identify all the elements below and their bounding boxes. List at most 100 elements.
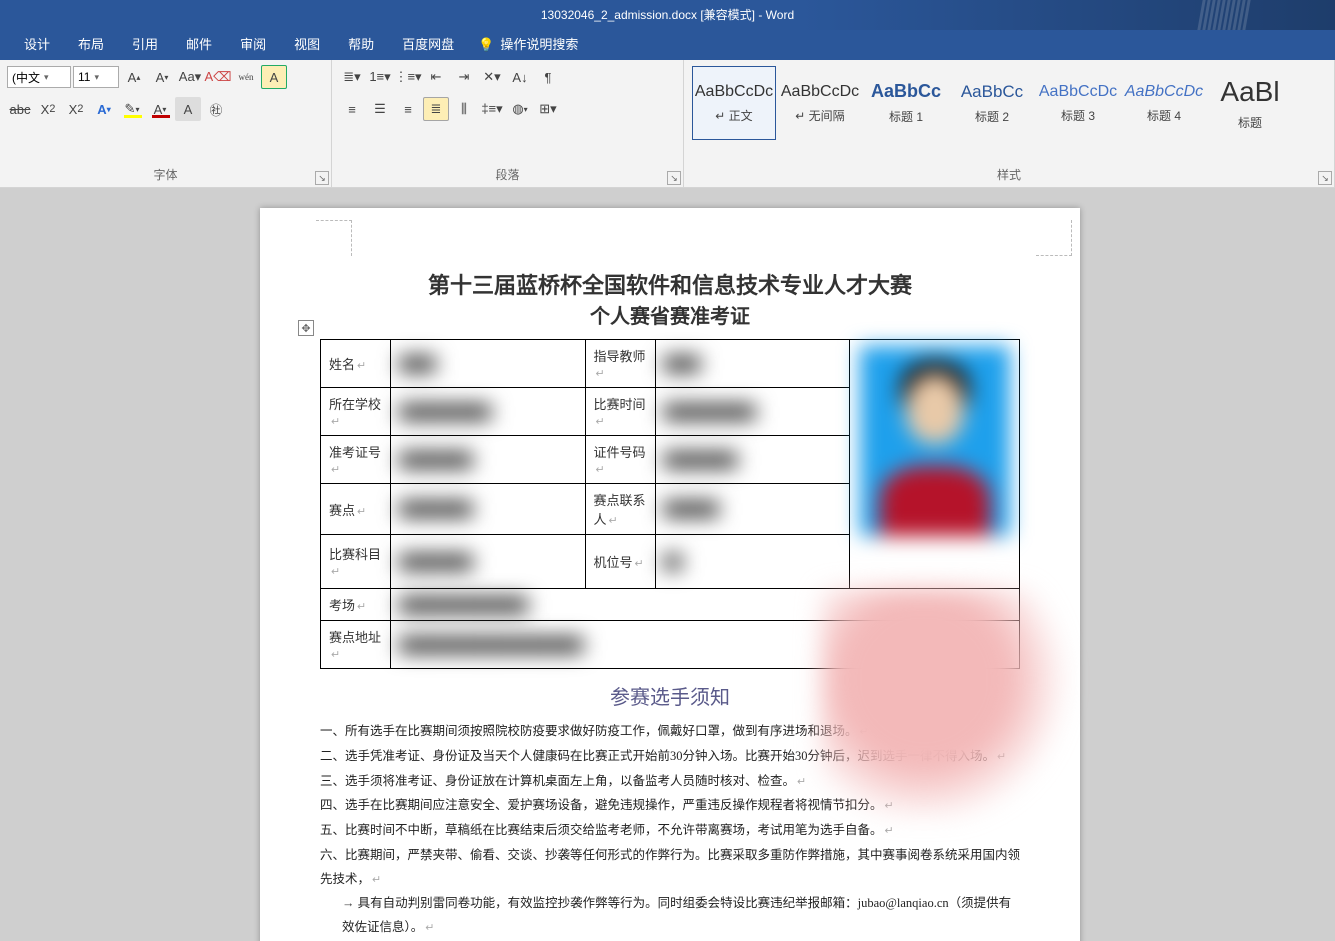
document-area[interactable]: ✥ 第十三届蓝桥杯全国软件和信息技术专业人才大赛 个人赛省赛准考证 姓名↵ ██… (0, 188, 1335, 941)
value-school[interactable]: ██████████ (391, 388, 586, 436)
font-color-button[interactable]: A▾ (147, 97, 173, 121)
multilevel-list-button[interactable]: ⋮≡▾ (395, 65, 421, 89)
value-time[interactable]: ██████████ (655, 388, 850, 436)
value-room[interactable]: ██████████████ (391, 589, 1020, 621)
paragraph-dialog-launcher[interactable]: ↘ (667, 171, 681, 185)
value-teacher[interactable]: ████ (655, 340, 850, 388)
borders-button[interactable]: ⊞▾ (535, 97, 561, 121)
tab-review[interactable]: 审阅 (226, 30, 280, 60)
tab-view[interactable]: 视图 (280, 30, 334, 60)
asian-layout-button[interactable]: ✕▾ (479, 65, 505, 89)
line-spacing-button[interactable]: ‡≡▾ (479, 97, 505, 121)
value-subject[interactable]: ████████ (391, 535, 586, 589)
form-table: 姓名↵ ████ 指导教师↵ ████ 所在学校↵ ██████████ 比赛时… (320, 339, 1020, 669)
value-name[interactable]: ████ (391, 340, 586, 388)
numbering-button[interactable]: 1≡▾ (367, 65, 393, 89)
style-heading4[interactable]: AaBbCcDc标题 4 (1122, 66, 1206, 140)
shrink-font-button[interactable]: A▾ (149, 65, 175, 89)
show-hide-marks-button[interactable]: ¶ (535, 65, 561, 89)
superscript-button[interactable]: X2 (63, 97, 89, 121)
photo-cell (850, 340, 1020, 589)
text-effects-button[interactable]: A▾ (91, 97, 117, 121)
change-case-button[interactable]: Aa▾ (177, 65, 203, 89)
margin-corner-icon (1036, 220, 1072, 256)
style-title[interactable]: AaBl标题 (1208, 66, 1292, 140)
value-site[interactable]: ████████ (391, 484, 586, 535)
sort-button[interactable]: A↓ (507, 65, 533, 89)
tab-mailings[interactable]: 邮件 (172, 30, 226, 60)
label-time: 比赛时间↵ (585, 388, 655, 436)
label-room: 考场↵ (321, 589, 391, 621)
label-contact: 赛点联系人↵ (585, 484, 655, 535)
notice-item: 一、所有选手在比赛期间须按照院校防疫要求做好防疫工作，佩戴好口罩，做到有序进场和… (320, 720, 1020, 744)
margin-corner-icon (316, 220, 352, 256)
style-heading3[interactable]: AaBbCcDc标题 3 (1036, 66, 1120, 140)
strikethrough-button[interactable]: abc (7, 97, 33, 121)
group-paragraph: ≣▾ 1≡▾ ⋮≡▾ ⇤ ⇥ ✕▾ A↓ ¶ ≡ ☰ ≡ ≣ ⫼ ‡≡▾ ◍▾ (332, 60, 684, 187)
font-size-select[interactable]: 11▾ (73, 66, 119, 88)
label-subject: 比赛科目↵ (321, 535, 391, 589)
document-page[interactable]: ✥ 第十三届蓝桥杯全国软件和信息技术专业人才大赛 个人赛省赛准考证 姓名↵ ██… (260, 208, 1080, 941)
group-styles-label: 样式 (690, 164, 1328, 185)
tell-me-search[interactable]: 操作说明搜索 (500, 30, 592, 60)
justify-button[interactable]: ≣ (423, 97, 449, 121)
font-dialog-launcher[interactable]: ↘ (315, 171, 329, 185)
shading-button[interactable]: ◍▾ (507, 97, 533, 121)
tab-baidu-netdisk[interactable]: 百度网盘 (388, 30, 468, 60)
subscript-button[interactable]: X2 (35, 97, 61, 121)
value-seat[interactable]: ██ (655, 535, 850, 589)
value-ticket[interactable]: ████████ (391, 436, 586, 484)
value-idno[interactable]: ████████ (655, 436, 850, 484)
title-decoration (1125, 0, 1325, 30)
styles-dialog-launcher[interactable]: ↘ (1318, 171, 1332, 185)
label-name: 姓名↵ (321, 340, 391, 388)
value-contact[interactable]: ██████ (655, 484, 850, 535)
value-address[interactable]: ████████████████████ (391, 621, 1020, 669)
doc-title-line1: 第十三届蓝桥杯全国软件和信息技术专业人才大赛 (320, 268, 1020, 300)
style-heading1[interactable]: AaBbCc标题 1 (864, 66, 948, 140)
character-shading-button[interactable]: A (175, 97, 201, 121)
label-site: 赛点↵ (321, 484, 391, 535)
phonetic-guide-button[interactable]: wén (233, 65, 259, 89)
caret-down-icon: ▾ (44, 72, 49, 83)
style-no-spacing[interactable]: AaBbCcDc↵ 无间隔 (778, 66, 862, 140)
align-center-button[interactable]: ☰ (367, 97, 393, 121)
caret-down-icon: ▾ (94, 72, 99, 83)
notice-item: 二、选手凭准考证、身份证及当天个人健康码在比赛正式开始前30分钟入场。比赛开始3… (320, 745, 1020, 769)
distributed-button[interactable]: ⫼ (451, 97, 477, 121)
decrease-indent-button[interactable]: ⇤ (423, 65, 449, 89)
highlight-button[interactable]: ✎▾ (119, 97, 145, 121)
notice-item: 五、比赛时间不中断，草稿纸在比赛结束后须交给监考老师，不允许带离赛场，考试用笔为… (320, 819, 1020, 843)
clear-formatting-button[interactable]: A⌫ (205, 65, 231, 89)
enclose-characters-button[interactable]: ㊓ (203, 97, 229, 121)
title-bar: 13032046_2_admission.docx [兼容模式] - Word (0, 0, 1335, 30)
label-seat: 机位号↵ (585, 535, 655, 589)
ribbon-tabs: 设计 布局 引用 邮件 审阅 视图 帮助 百度网盘 💡 操作说明搜索 (0, 30, 1335, 60)
id-photo (860, 346, 1010, 536)
label-school: 所在学校↵ (321, 388, 391, 436)
lightbulb-icon: 💡 (478, 37, 494, 53)
align-right-button[interactable]: ≡ (395, 97, 421, 121)
label-ticket: 准考证号↵ (321, 436, 391, 484)
label-address: 赛点地址↵ (321, 621, 391, 669)
tab-design[interactable]: 设计 (10, 30, 64, 60)
tab-layout[interactable]: 布局 (64, 30, 118, 60)
table-anchor-icon[interactable]: ✥ (298, 320, 314, 336)
window-title: 13032046_2_admission.docx [兼容模式] - Word (541, 8, 794, 22)
group-styles: AaBbCcDc↵ 正文 AaBbCcDc↵ 无间隔 AaBbCc标题 1 Aa… (684, 60, 1335, 187)
tab-references[interactable]: 引用 (118, 30, 172, 60)
font-name-select[interactable]: (中文▾ (7, 66, 71, 88)
tab-help[interactable]: 帮助 (334, 30, 388, 60)
character-border-button[interactable]: A (261, 65, 287, 89)
label-idno: 证件号码↵ (585, 436, 655, 484)
ribbon: (中文▾ 11▾ A▴ A▾ Aa▾ A⌫ wén A abc X2 X2 A▾… (0, 60, 1335, 188)
notice-body: 一、所有选手在比赛期间须按照院校防疫要求做好防疫工作，佩戴好口罩，做到有序进场和… (320, 720, 1020, 941)
group-paragraph-label: 段落 (338, 164, 677, 185)
style-normal[interactable]: AaBbCcDc↵ 正文 (692, 66, 776, 140)
increase-indent-button[interactable]: ⇥ (451, 65, 477, 89)
align-left-button[interactable]: ≡ (339, 97, 365, 121)
bullets-button[interactable]: ≣▾ (339, 65, 365, 89)
grow-font-button[interactable]: A▴ (121, 65, 147, 89)
style-heading2[interactable]: AaBbCc标题 2 (950, 66, 1034, 140)
notice-item: 六、比赛期间，严禁夹带、偷看、交谈、抄袭等任何形式的作弊行为。比赛采取多重防作弊… (320, 844, 1020, 892)
